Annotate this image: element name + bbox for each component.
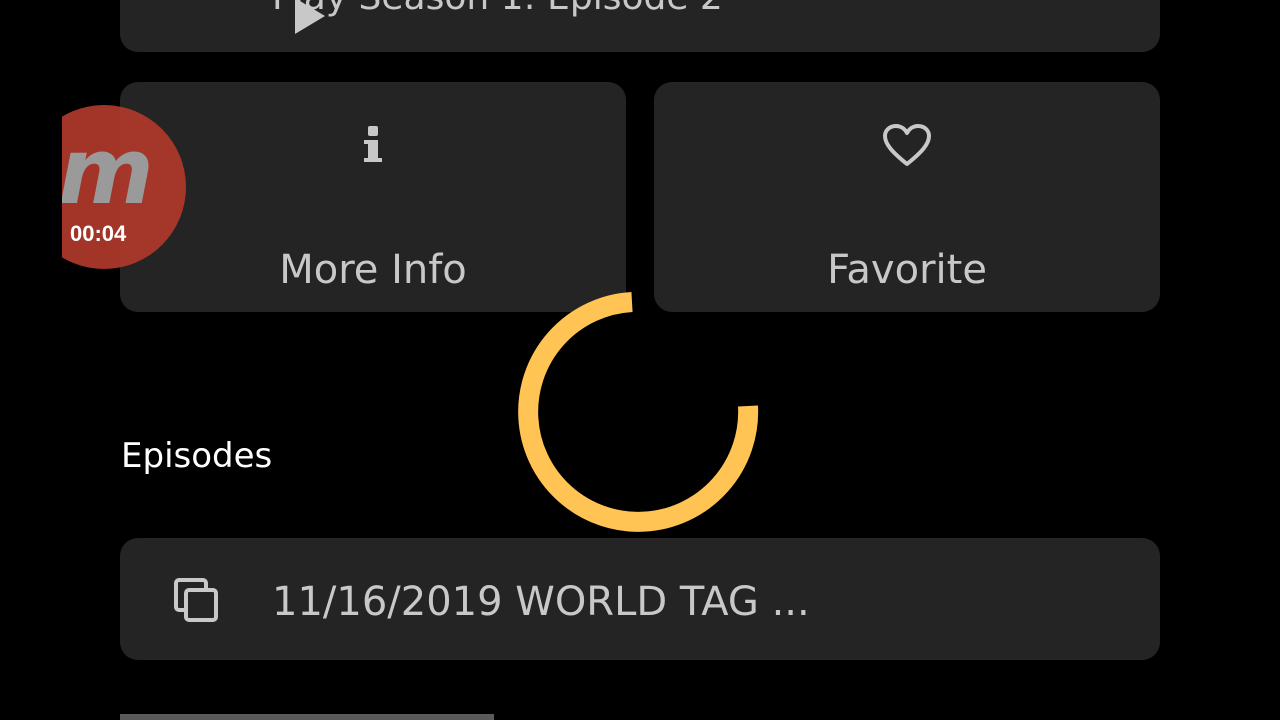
info-icon [364, 126, 382, 162]
recorder-timer: 00:04 [70, 221, 127, 246]
heart-icon [883, 124, 931, 166]
recorder-letter: m [62, 118, 154, 225]
more-info-button[interactable]: More Info [120, 82, 626, 312]
screen-recorder-badge[interactable]: m 00:04 [62, 104, 186, 270]
episode-list-item[interactable]: 11/16/2019 WORLD TAG ... [120, 538, 1160, 660]
copy-icon [174, 578, 218, 622]
favorite-button[interactable]: Favorite [654, 82, 1160, 312]
play-episode-button[interactable]: Play Season 1: Episode 2 [120, 0, 1160, 52]
episodes-heading: Episodes [121, 436, 273, 476]
episode-title: 11/16/2019 WORLD TAG ... [272, 579, 810, 625]
loading-spinner-icon [518, 292, 759, 532]
item-detail-page: Play Season 1: Episode 2 More Info Favor… [0, 0, 1280, 720]
play-button-label: Play Season 1: Episode 2 [272, 0, 723, 16]
next-list-item-edge [120, 714, 494, 720]
